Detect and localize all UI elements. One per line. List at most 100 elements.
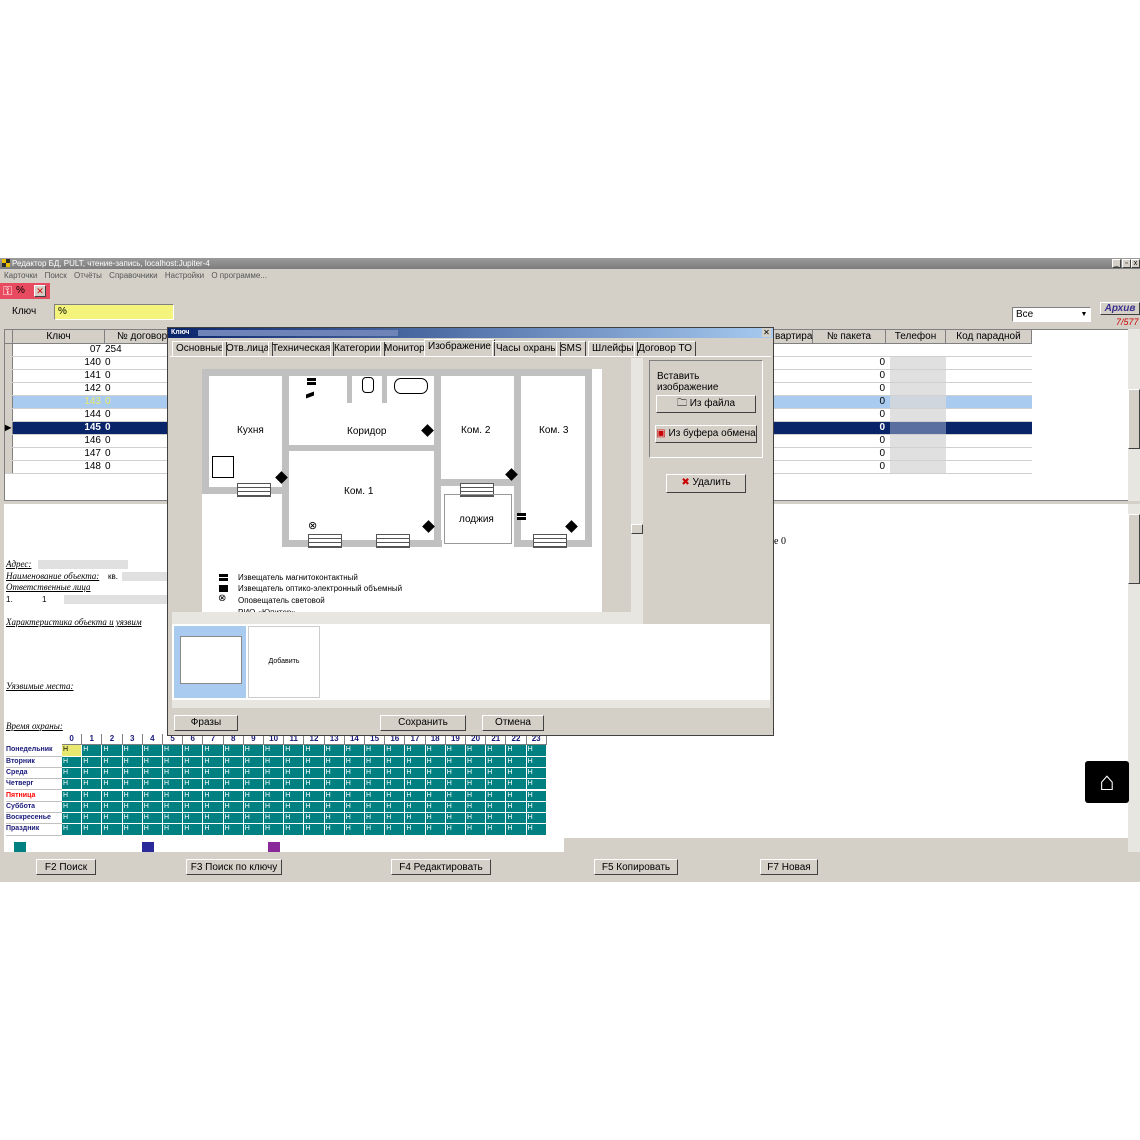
tab-loops[interactable]: Шлейфы	[588, 341, 638, 356]
dialog-close-icon[interactable]: ✕	[762, 328, 771, 337]
schedule-cell[interactable]: Н	[102, 790, 123, 802]
schedule-cell[interactable]: Н	[264, 745, 285, 757]
schedule-cell[interactable]: Н	[203, 813, 224, 825]
schedule-cell[interactable]: Н	[82, 779, 103, 791]
schedule-cell[interactable]: Н	[122, 779, 143, 791]
schedule-cell[interactable]: Н	[324, 767, 345, 780]
schedule-cell[interactable]: Н	[284, 745, 305, 757]
schedule-cell[interactable]: Н	[344, 824, 365, 836]
col-phone-header[interactable]: Телефон	[886, 330, 946, 344]
schedule-cell[interactable]: Н	[163, 824, 184, 836]
schedule-cell[interactable]: Н	[142, 801, 163, 814]
schedule-cell[interactable]: Н	[183, 779, 204, 791]
schedule-cell[interactable]: Н	[102, 745, 123, 757]
schedule-cell[interactable]: Н	[243, 824, 264, 836]
chevron-down-icon[interactable]: ▼	[1079, 309, 1089, 320]
schedule-cell[interactable]: Н	[102, 767, 123, 780]
schedule-cell[interactable]: Н	[486, 824, 507, 836]
filter-tab[interactable]: ⚿ % ✕	[0, 283, 50, 299]
tab-service-contract[interactable]: Договор ТО	[634, 341, 696, 356]
schedule-cell[interactable]: Н	[385, 745, 406, 757]
schedule-cell[interactable]: Н	[142, 767, 163, 780]
image-vscroll-thumb[interactable]	[631, 524, 643, 534]
schedule-cell[interactable]: Н	[142, 790, 163, 802]
schedule-cell[interactable]: Н	[466, 745, 487, 757]
menu-settings[interactable]: Настройки	[165, 271, 204, 280]
schedule-cell[interactable]: Н	[385, 824, 406, 836]
schedule-cell[interactable]: Н	[62, 801, 83, 814]
schedule-cell[interactable]: Н	[142, 756, 163, 768]
schedule-cell[interactable]: Н	[304, 813, 325, 825]
home-icon[interactable]: ⌂	[1085, 761, 1129, 803]
schedule-cell[interactable]: Н	[163, 767, 184, 780]
schedule-cell[interactable]: Н	[122, 824, 143, 836]
schedule-cell[interactable]: Н	[405, 779, 426, 791]
schedule-cell[interactable]: Н	[466, 790, 487, 802]
schedule-cell[interactable]: Н	[365, 824, 386, 836]
schedule-cell[interactable]: Н	[526, 767, 547, 780]
from-file-button[interactable]: 🗀 Из файла	[656, 395, 756, 413]
schedule-cell[interactable]: Н	[62, 756, 83, 768]
schedule-cell[interactable]: Н	[506, 745, 527, 757]
schedule-cell[interactable]: Н	[405, 790, 426, 802]
schedule-cell[interactable]: Н	[506, 790, 527, 802]
schedule-cell[interactable]: Н	[203, 790, 224, 802]
schedule-cell[interactable]: Н	[324, 801, 345, 814]
schedule-cell[interactable]: Н	[405, 756, 426, 768]
schedule-cell[interactable]: Н	[163, 813, 184, 825]
f2-search-button[interactable]: F2 Поиск	[36, 859, 96, 875]
close-tab-icon[interactable]: ✕	[34, 285, 46, 297]
schedule-cell[interactable]: Н	[445, 813, 466, 825]
schedule-cell[interactable]: Н	[163, 790, 184, 802]
schedule-cell[interactable]: Н	[243, 790, 264, 802]
schedule-cell[interactable]: Н	[324, 813, 345, 825]
schedule-cell[interactable]: Н	[324, 756, 345, 768]
schedule-cell[interactable]: Н	[344, 745, 365, 757]
tab-responsible[interactable]: Отв.лица	[222, 341, 274, 356]
schedule-cell[interactable]: Н	[304, 801, 325, 814]
schedule-cell[interactable]: Н	[445, 745, 466, 757]
schedule-cell[interactable]: Н	[163, 779, 184, 791]
col-pack-header[interactable]: № пакета	[813, 330, 886, 344]
schedule-cell[interactable]: Н	[526, 790, 547, 802]
menu-search[interactable]: Поиск	[45, 271, 67, 280]
schedule-cell[interactable]: Н	[365, 813, 386, 825]
key-input[interactable]: %	[54, 304, 174, 320]
schedule-cell[interactable]: Н	[82, 745, 103, 757]
tab-sms[interactable]: SMS	[556, 341, 586, 356]
schedule-cell[interactable]: Н	[304, 824, 325, 836]
schedule-cell[interactable]: Н	[304, 790, 325, 802]
schedule-cell[interactable]: Н	[526, 756, 547, 768]
minimize-button[interactable]: _	[1112, 259, 1121, 268]
schedule-cell[interactable]: Н	[243, 756, 264, 768]
schedule-cell[interactable]: Н	[486, 756, 507, 768]
schedule-cell[interactable]: Н	[304, 779, 325, 791]
menu-reports[interactable]: Отчёты	[74, 271, 102, 280]
schedule-cell[interactable]: Н	[466, 767, 487, 780]
schedule-cell[interactable]: Н	[183, 813, 204, 825]
schedule-cell[interactable]: Н	[183, 801, 204, 814]
schedule-cell[interactable]: Н	[122, 745, 143, 757]
schedule-cell[interactable]: Н	[243, 813, 264, 825]
schedule-cell[interactable]: Н	[526, 813, 547, 825]
schedule-cell[interactable]: Н	[284, 767, 305, 780]
schedule-cell[interactable]: Н	[405, 745, 426, 757]
schedule-cell[interactable]: Н	[425, 824, 446, 836]
image-vscroll[interactable]	[631, 358, 643, 612]
schedule-cell[interactable]: Н	[223, 767, 244, 780]
schedule-cell[interactable]: Н	[264, 824, 285, 836]
schedule-cell[interactable]: Н	[405, 824, 426, 836]
schedule-cell[interactable]: Н	[163, 745, 184, 757]
schedule-cell[interactable]: Н	[82, 813, 103, 825]
schedule-cell[interactable]: Н	[142, 824, 163, 836]
schedule-cell[interactable]: Н	[425, 779, 446, 791]
schedule-cell[interactable]: Н	[264, 756, 285, 768]
schedule-cell[interactable]: Н	[506, 767, 527, 780]
tab-monitor[interactable]: Монитор	[380, 341, 429, 356]
schedule-cell[interactable]: Н	[304, 756, 325, 768]
tab-technical[interactable]: Техническая	[268, 341, 335, 356]
schedule-cell[interactable]: Н	[264, 801, 285, 814]
schedule-cell[interactable]: Н	[203, 824, 224, 836]
schedule-cell[interactable]: Н	[62, 813, 83, 825]
f5-copy-button[interactable]: F5 Копировать	[594, 859, 678, 875]
